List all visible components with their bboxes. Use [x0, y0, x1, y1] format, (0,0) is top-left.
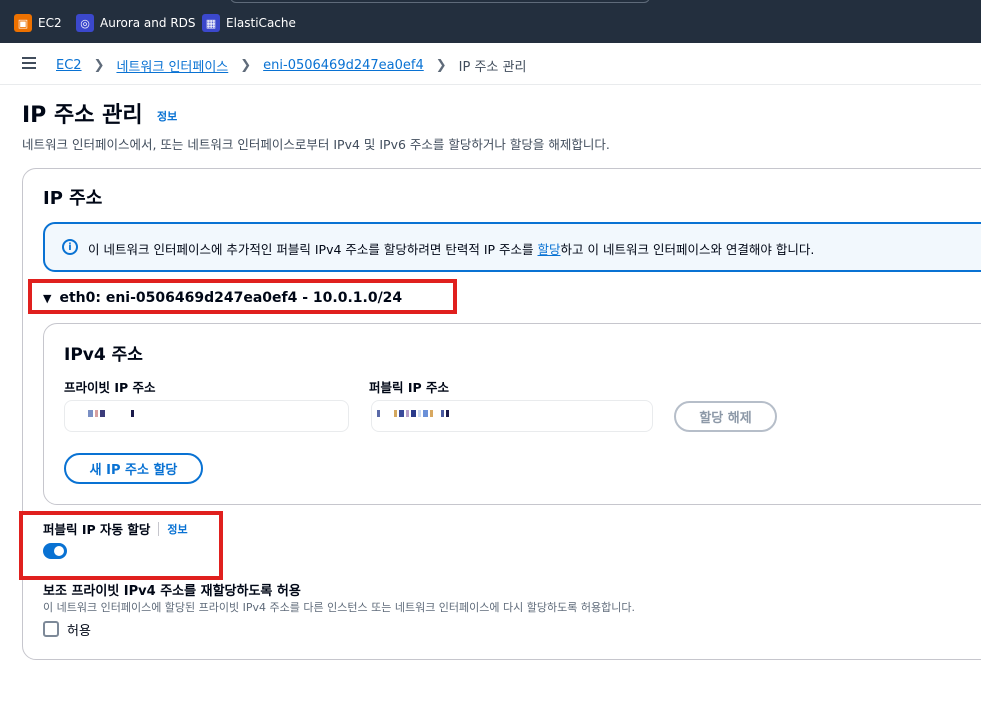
- title-info-link[interactable]: 정보: [157, 108, 177, 124]
- service-label: EC2: [38, 16, 62, 30]
- allow-reassign-checkbox[interactable]: [43, 621, 59, 637]
- menu-icon[interactable]: [22, 57, 36, 69]
- assign-new-ip-button[interactable]: 새 IP 주소 할당: [64, 453, 203, 484]
- auto-assign-public-ip-toggle[interactable]: [43, 543, 67, 559]
- private-ip-label: 프라이빗 IP 주소: [64, 380, 156, 395]
- service-shortcut-elasticache[interactable]: ▦ ElastiCache: [202, 14, 296, 32]
- elasticache-icon: ▦: [202, 14, 220, 32]
- page-description: 네트워크 인터페이스에서, 또는 네트워크 인터페이스로부터 IPv4 및 IP…: [22, 137, 610, 152]
- service-bar: ▣ EC2 ◎ Aurora and RDS ▦ ElastiCache: [0, 0, 981, 43]
- alert-text-before: 이 네트워크 인터페이스에 추가적인 퍼블릭 IPv4 주소를 할당하려면 탄력…: [88, 242, 538, 257]
- redacted-private-ip: [88, 410, 134, 418]
- info-alert: i 이 네트워크 인터페이스에 추가적인 퍼블릭 IPv4 주소를 할당하려면 …: [43, 222, 981, 272]
- allocate-link[interactable]: 할당: [538, 242, 561, 257]
- service-shortcut-rds[interactable]: ◎ Aurora and RDS: [76, 14, 196, 32]
- chevron-right-icon: ❯: [240, 58, 252, 73]
- breadcrumb-eni[interactable]: eni-0506469d247ea0ef4: [263, 58, 424, 73]
- rds-icon: ◎: [76, 14, 94, 32]
- caret-down-icon: ▼: [43, 291, 52, 305]
- service-label: Aurora and RDS: [100, 16, 196, 30]
- ipv4-title: IPv4 주소: [64, 345, 143, 365]
- breadcrumb-current: IP 주소 관리: [458, 60, 527, 75]
- chevron-right-icon: ❯: [435, 58, 447, 73]
- unassign-button[interactable]: 할당 해제: [674, 401, 777, 432]
- chevron-right-icon: ❯: [93, 58, 105, 73]
- breadcrumb-network-interfaces[interactable]: 네트워크 인터페이스: [116, 56, 228, 75]
- breadcrumb-ec2[interactable]: EC2: [56, 58, 82, 73]
- page-title: IP 주소 관리: [22, 103, 143, 128]
- auto-assign-info-link[interactable]: 정보: [167, 521, 187, 537]
- interface-label: eth0: eni-0506469d247ea0ef4 - 10.0.1.0/2…: [59, 290, 403, 306]
- toggle-knob: [54, 546, 64, 556]
- public-ip-label: 퍼블릭 IP 주소: [369, 380, 450, 395]
- allow-reassign-label[interactable]: 허용: [67, 620, 91, 639]
- service-label: ElastiCache: [226, 16, 296, 30]
- reassign-description: 이 네트워크 인터페이스에 할당된 프라이빗 IPv4 주소를 다른 인스턴스 …: [43, 601, 635, 614]
- interface-expander[interactable]: ▼ eth0: eni-0506469d247ea0ef4 - 10.0.1.0…: [43, 290, 402, 306]
- ec2-icon: ▣: [14, 14, 32, 32]
- breadcrumb-bar: EC2 ❯ 네트워크 인터페이스 ❯ eni-0506469d247ea0ef4…: [0, 43, 981, 85]
- redacted-public-ip: [377, 410, 449, 418]
- service-shortcut-ec2[interactable]: ▣ EC2: [14, 14, 62, 32]
- breadcrumb: EC2 ❯ 네트워크 인터페이스 ❯ eni-0506469d247ea0ef4…: [56, 56, 526, 75]
- info-icon: i: [62, 239, 78, 255]
- alert-text: 이 네트워크 인터페이스에 추가적인 퍼블릭 IPv4 주소를 할당하려면 탄력…: [88, 239, 814, 258]
- auto-assign-label: 퍼블릭 IP 자동 할당 정보: [43, 519, 188, 538]
- section-title: IP 주소: [43, 188, 103, 209]
- reassign-title: 보조 프라이빗 IPv4 주소를 재할당하도록 허용: [43, 584, 301, 599]
- divider: [158, 521, 160, 536]
- alert-text-after: 하고 이 네트워크 인터페이스와 연결해야 합니다.: [560, 242, 815, 257]
- browser-urlbar-edge: [230, 0, 650, 3]
- auto-assign-text: 퍼블릭 IP 자동 할당: [43, 522, 151, 537]
